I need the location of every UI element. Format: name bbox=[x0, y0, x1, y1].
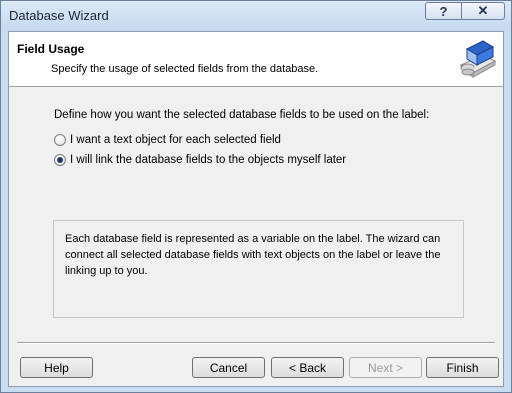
help-icon: ? bbox=[439, 3, 448, 19]
database-wizard-icon bbox=[453, 35, 499, 81]
finish-button-label: Finish bbox=[446, 360, 479, 375]
next-button[interactable]: Next > bbox=[349, 357, 422, 378]
back-button[interactable]: < Back bbox=[271, 357, 344, 378]
option-link-later[interactable]: I will link the database fields to the o… bbox=[54, 154, 346, 166]
title-help-button[interactable]: ? bbox=[425, 2, 461, 20]
page-title: Field Usage bbox=[17, 42, 85, 56]
info-text: Each database field is represented as a … bbox=[65, 233, 441, 277]
help-button-label: Help bbox=[44, 360, 69, 375]
finish-button[interactable]: Finish bbox=[426, 357, 499, 378]
title-bar: Database Wizard ? ✕ bbox=[1, 1, 511, 31]
radio-link-later[interactable] bbox=[54, 154, 66, 166]
next-button-label: Next > bbox=[367, 360, 403, 375]
button-separator bbox=[17, 342, 495, 344]
option-text-object[interactable]: I want a text object for each selected f… bbox=[54, 134, 281, 146]
cancel-button[interactable]: Cancel bbox=[192, 357, 265, 378]
option-link-later-label: I will link the database fields to the o… bbox=[70, 154, 347, 166]
info-description: Each database field is represented as a … bbox=[53, 220, 464, 318]
radio-text-object[interactable] bbox=[54, 134, 66, 146]
window-title: Database Wizard bbox=[9, 8, 109, 23]
option-text-object-label: I want a text object for each selected f… bbox=[70, 134, 281, 146]
title-close-button[interactable]: ✕ bbox=[461, 2, 505, 20]
wizard-content: Field Usage Specify the usage of selecte… bbox=[8, 31, 504, 387]
usage-prompt: Define how you want the selected databas… bbox=[54, 109, 430, 121]
wizard-header: Field Usage Specify the usage of selecte… bbox=[9, 32, 503, 87]
help-button[interactable]: Help bbox=[20, 357, 93, 378]
page-subtitle: Specify the usage of selected fields fro… bbox=[51, 63, 319, 75]
database-wizard-window: Database Wizard ? ✕ Field Usage Specify … bbox=[0, 0, 512, 393]
back-button-label: < Back bbox=[288, 360, 327, 375]
title-bar-buttons: ? ✕ bbox=[425, 2, 505, 20]
close-icon: ✕ bbox=[477, 3, 489, 18]
cancel-button-label: Cancel bbox=[209, 360, 248, 375]
